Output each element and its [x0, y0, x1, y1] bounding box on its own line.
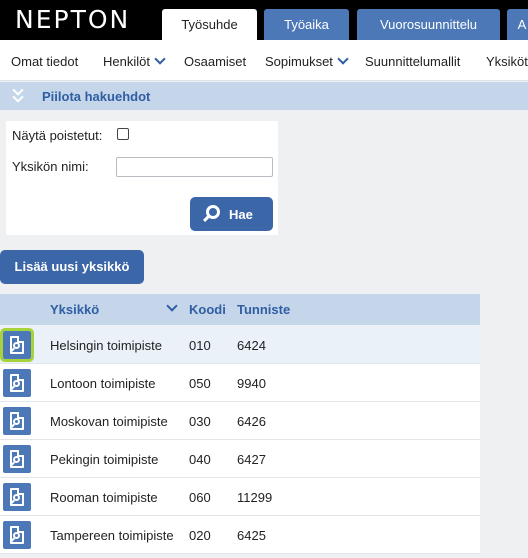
- nav-item-osaamiset[interactable]: Osaamiset: [184, 54, 246, 69]
- unit-name-cell: Lontoon toimipiste: [50, 376, 156, 391]
- view-unit-icon[interactable]: [3, 369, 31, 397]
- unit-code-cell: 050: [189, 376, 211, 391]
- unit-id-cell: 9940: [237, 376, 266, 391]
- unit-name-cell: Helsingin toimipiste: [50, 338, 162, 353]
- table-row[interactable]: Rooman toimipiste 060 11299: [0, 478, 480, 516]
- chevron-down-icon: [154, 53, 166, 65]
- unit-code-cell: 060: [189, 490, 211, 505]
- table-row[interactable]: Lontoon toimipiste 050 9940: [0, 364, 480, 402]
- search-toggle-bar[interactable]: Piilota hakuehdot: [0, 82, 528, 110]
- app-logo[interactable]: NEPTON: [15, 5, 130, 34]
- unit-name-cell: Moskovan toimipiste: [50, 414, 168, 429]
- search-button[interactable]: Hae: [190, 197, 273, 231]
- search-panel: Näytä poistetut: Yksikön nimi: Hae: [6, 121, 278, 235]
- nav-item-yksikot[interactable]: Yksiköt: [486, 54, 528, 69]
- unit-name-label: Yksikön nimi:: [12, 159, 89, 174]
- table-row[interactable]: Helsingin toimipiste 010 6424: [0, 326, 480, 364]
- column-header-tunniste[interactable]: Tunniste: [237, 302, 290, 317]
- unit-id-cell: 6426: [237, 414, 266, 429]
- add-unit-button[interactable]: Lisää uusi yksikkö: [0, 250, 144, 284]
- nav-item-sopimukset[interactable]: Sopimukset: [265, 53, 349, 69]
- chevron-down-icon: [337, 53, 349, 65]
- unit-name-cell: Rooman toimipiste: [50, 490, 158, 505]
- show-deleted-checkbox[interactable]: [117, 128, 129, 140]
- column-header-koodi[interactable]: Koodi: [189, 302, 226, 317]
- table-row[interactable]: Pekingin toimipiste 040 6427: [0, 440, 480, 478]
- tab-tyoaika[interactable]: Työaika: [264, 9, 349, 40]
- unit-id-cell: 6427: [237, 452, 266, 467]
- show-deleted-label: Näytä poistetut:: [12, 128, 103, 143]
- unit-id-cell: 11299: [237, 490, 273, 505]
- unit-id-cell: 6425: [237, 528, 266, 543]
- unit-code-cell: 040: [189, 452, 211, 467]
- view-unit-icon[interactable]: [0, 328, 34, 362]
- tab-more[interactable]: A: [507, 9, 528, 40]
- double-chevron-down-icon: [12, 84, 26, 104]
- unit-code-cell: 020: [189, 528, 211, 543]
- secondary-nav: Omat tiedot Henkilöt Osaamiset Sopimukse…: [0, 40, 528, 81]
- column-header-yksikko[interactable]: Yksikkö: [50, 302, 99, 317]
- search-icon: [206, 205, 220, 219]
- table-row[interactable]: Tampereen toimipiste 020 6425: [0, 516, 480, 554]
- unit-code-cell: 010: [189, 338, 211, 353]
- unit-name-input[interactable]: [116, 157, 273, 177]
- view-unit-icon[interactable]: [3, 407, 31, 435]
- table-row[interactable]: Moskovan toimipiste 030 6426: [0, 402, 480, 440]
- unit-code-cell: 030: [189, 414, 211, 429]
- view-unit-icon[interactable]: [3, 483, 31, 511]
- tab-vuorosuunnittelu[interactable]: Vuorosuunnittelu: [357, 9, 500, 40]
- top-bar: NEPTON Työsuhde Työaika Vuorosuunnittelu…: [0, 0, 528, 40]
- tab-tyosuhde[interactable]: Työsuhde: [162, 9, 257, 40]
- unit-name-cell: Tampereen toimipiste: [50, 528, 174, 543]
- nav-item-suunnittelumallit[interactable]: Suunnittelumallit: [365, 54, 460, 69]
- hide-search-label[interactable]: Piilota hakuehdot: [42, 89, 150, 104]
- nav-item-omat-tiedot[interactable]: Omat tiedot: [11, 54, 78, 69]
- sort-chevron-down-icon[interactable]: [166, 300, 178, 312]
- unit-name-cell: Pekingin toimipiste: [50, 452, 159, 467]
- table-header: Yksikkö Koodi Tunniste: [0, 294, 480, 325]
- view-unit-icon[interactable]: [3, 445, 31, 473]
- view-unit-icon[interactable]: [3, 521, 31, 549]
- nav-item-henkilot[interactable]: Henkilöt: [103, 53, 166, 69]
- unit-id-cell: 6424: [237, 338, 266, 353]
